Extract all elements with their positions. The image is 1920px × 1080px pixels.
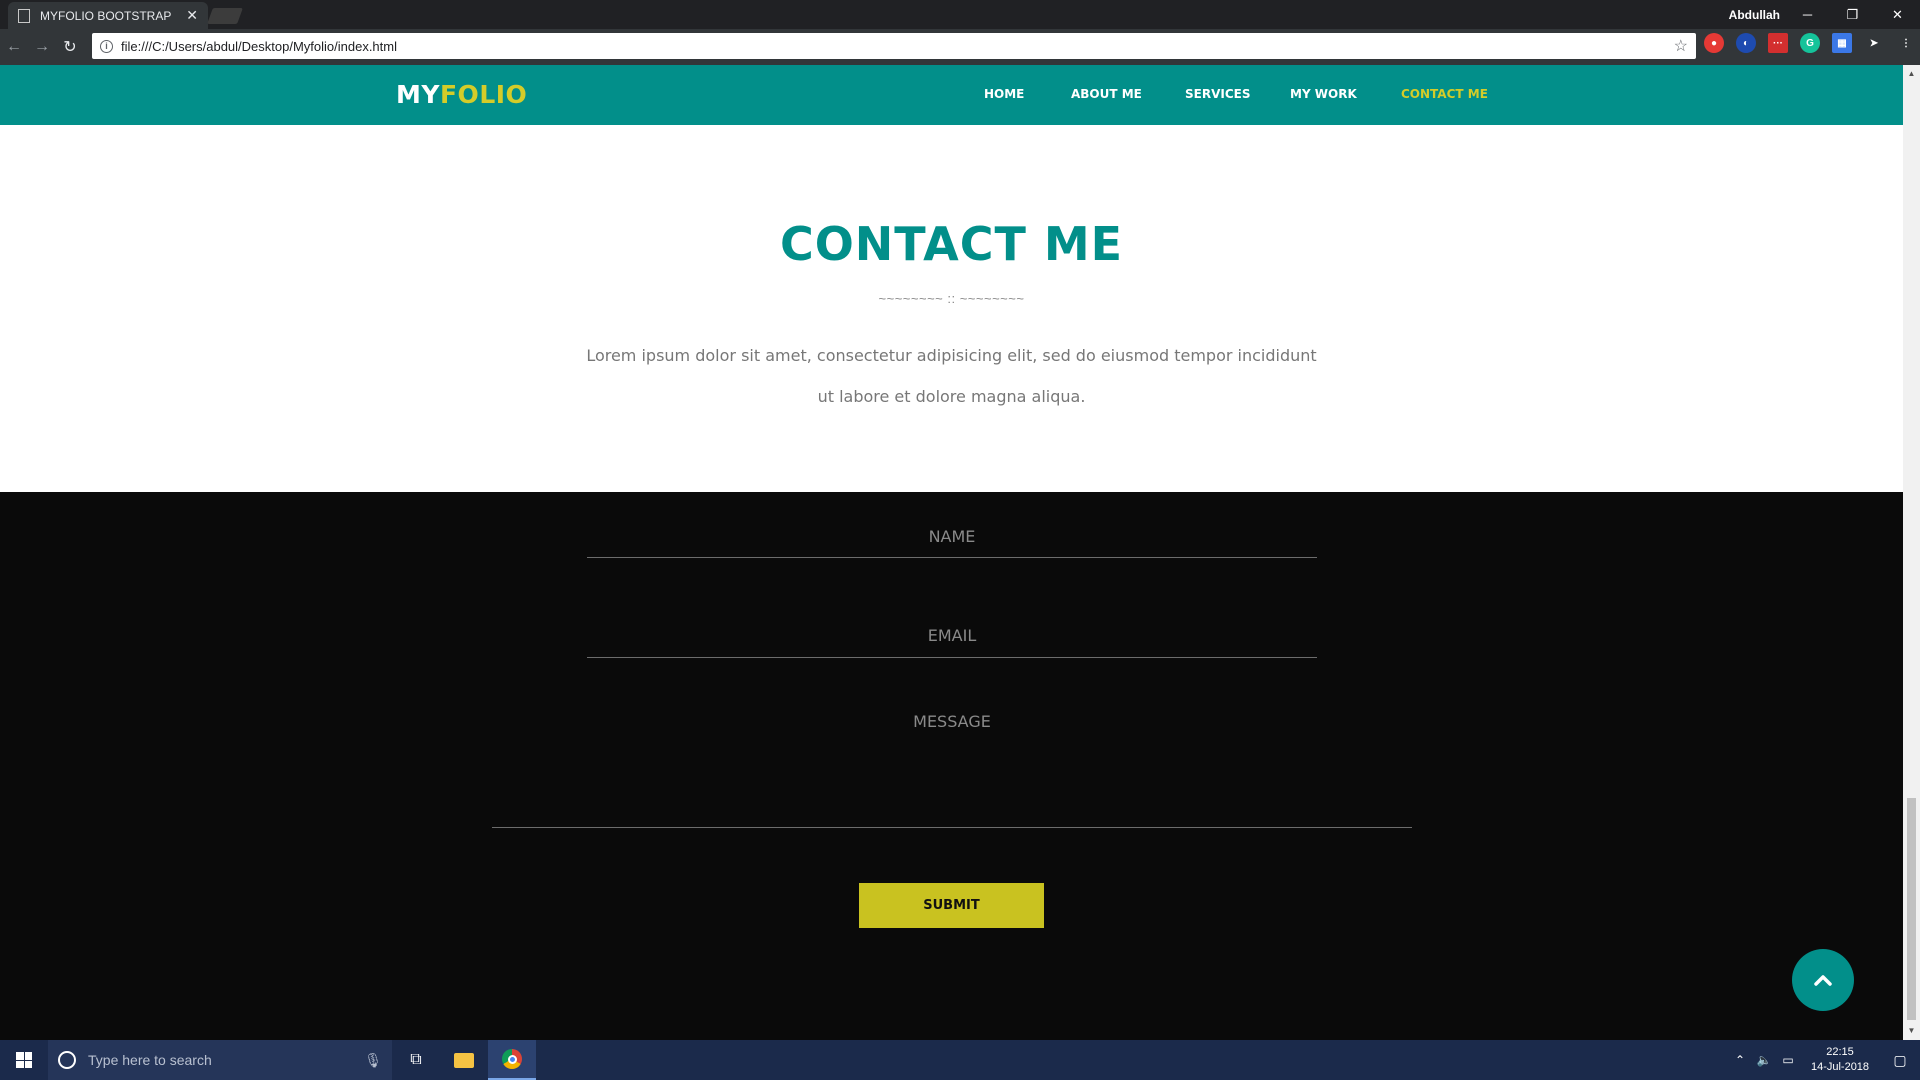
restore-icon[interactable]: ❐ xyxy=(1830,0,1875,29)
taskbar-search[interactable]: Type here to search 🎙 xyxy=(48,1040,392,1080)
page-viewport: MYFOLIO HOME ABOUT ME SERVICES MY WORK C… xyxy=(0,65,1903,1040)
bookmark-star-icon[interactable]: ☆ xyxy=(1674,36,1688,56)
network-icon[interactable]: ▭ xyxy=(1776,1053,1800,1067)
tab-title: MYFOLIO BOOTSTRAP xyxy=(40,8,172,23)
nav-about-me[interactable]: ABOUT ME xyxy=(1071,87,1142,101)
nav-home[interactable]: HOME xyxy=(984,87,1024,101)
nav-services[interactable]: SERVICES xyxy=(1185,87,1250,101)
info-icon[interactable]: i xyxy=(100,39,113,53)
logo-part-my: MY xyxy=(396,80,440,109)
chrome-taskbar-button[interactable] xyxy=(488,1040,536,1080)
search-placeholder: Type here to search xyxy=(88,1052,212,1068)
extension-lastpass-icon[interactable]: ··· xyxy=(1768,33,1788,53)
extension-blue-icon[interactable]: ◐ xyxy=(1736,33,1756,53)
page-title: CONTACT ME xyxy=(779,217,1124,271)
back-to-top-button[interactable] xyxy=(1792,949,1854,1011)
extension-red-icon[interactable]: ● xyxy=(1704,33,1724,53)
cortana-icon xyxy=(58,1051,76,1069)
name-field[interactable] xyxy=(587,516,1317,558)
tray-chevron-up-icon[interactable]: ⌃ xyxy=(1728,1053,1752,1067)
clock-time: 22:15 xyxy=(1826,1046,1854,1058)
message-field[interactable] xyxy=(492,704,1412,828)
chevron-up-icon xyxy=(1814,975,1832,986)
document-icon xyxy=(18,8,30,23)
windows-logo-icon xyxy=(16,1052,32,1068)
scroll-down-arrow-icon[interactable]: ▼ xyxy=(1907,1026,1916,1036)
contact-form: SUBMIT xyxy=(0,492,1903,1040)
forward-arrow-icon[interactable]: → xyxy=(28,33,56,61)
extension-grammarly-icon[interactable]: G xyxy=(1800,33,1820,53)
menu-kebab-icon[interactable]: ⋮ xyxy=(1896,33,1916,53)
site-logo[interactable]: MYFOLIO xyxy=(396,80,527,109)
extension-window-icon[interactable]: ▦ xyxy=(1832,33,1852,53)
system-tray: ⌃ 🔈 ▭ 22:15 14-Jul-2018 ▢ xyxy=(1728,1040,1920,1080)
contact-header-section: CONTACT ME ~~~~~~~~ :: ~~~~~~~~ Lorem ip… xyxy=(0,125,1903,492)
extension-cursor-icon[interactable]: ➤ xyxy=(1864,33,1884,53)
minimize-icon[interactable]: ─ xyxy=(1785,0,1830,29)
browser-titlebar: MYFOLIO BOOTSTRAP ✕ Abdullah ─ ❐ ✕ xyxy=(0,0,1920,29)
scroll-up-arrow-icon[interactable]: ▲ xyxy=(1907,69,1916,79)
submit-button[interactable]: SUBMIT xyxy=(859,883,1044,928)
new-tab-button[interactable] xyxy=(207,8,243,24)
email-field[interactable] xyxy=(587,614,1317,658)
nav-my-work[interactable]: MY WORK xyxy=(1290,87,1357,101)
back-arrow-icon[interactable]: ← xyxy=(0,33,28,61)
page-scrollbar[interactable]: ▲ ▼ xyxy=(1903,65,1920,1040)
volume-icon[interactable]: 🔈 xyxy=(1752,1053,1776,1067)
clock-date: 14-Jul-2018 xyxy=(1810,1061,1870,1073)
chrome-icon xyxy=(502,1049,522,1069)
microphone-icon[interactable]: 🎙 xyxy=(364,1052,382,1069)
section-divider: ~~~~~~~~ :: ~~~~~~~~ xyxy=(878,291,1025,306)
site-navbar: MYFOLIO HOME ABOUT ME SERVICES MY WORK C… xyxy=(0,65,1903,125)
close-tab-icon[interactable]: ✕ xyxy=(186,7,198,24)
action-center-icon[interactable]: ▢ xyxy=(1880,1052,1920,1069)
nav-contact-me[interactable]: CONTACT ME xyxy=(1401,87,1488,101)
close-window-icon[interactable]: ✕ xyxy=(1875,0,1920,29)
scrollbar-thumb[interactable] xyxy=(1907,798,1916,1020)
file-explorer-button[interactable] xyxy=(440,1040,488,1080)
contact-description: Lorem ipsum dolor sit amet, consectetur … xyxy=(586,346,1317,406)
task-view-icon[interactable]: ⧉ xyxy=(392,1040,440,1080)
profile-name[interactable]: Abdullah xyxy=(1729,8,1780,22)
logo-part-folio: FOLIO xyxy=(439,80,528,109)
window-controls: ─ ❐ ✕ xyxy=(1785,0,1920,29)
address-bar[interactable]: i file:///C:/Users/abdul/Desktop/Myfolio… xyxy=(92,33,1696,59)
browser-toolbar: ← → ↻ i file:///C:/Users/abdul/Desktop/M… xyxy=(0,29,1920,65)
browser-tab[interactable]: MYFOLIO BOOTSTRAP ✕ xyxy=(8,2,208,29)
taskbar-clock[interactable]: 22:15 14-Jul-2018 xyxy=(1800,1045,1880,1075)
url-text[interactable]: file:///C:/Users/abdul/Desktop/Myfolio/i… xyxy=(121,39,1674,54)
extension-icons: ● ◐ ··· G ▦ ➤ ⋮ xyxy=(1704,33,1916,53)
reload-icon[interactable]: ↻ xyxy=(56,33,84,61)
folder-icon xyxy=(454,1052,474,1068)
start-button[interactable] xyxy=(0,1040,48,1080)
windows-taskbar: Type here to search 🎙 ⧉ ⌃ 🔈 ▭ 22:15 14-J… xyxy=(0,1040,1920,1080)
